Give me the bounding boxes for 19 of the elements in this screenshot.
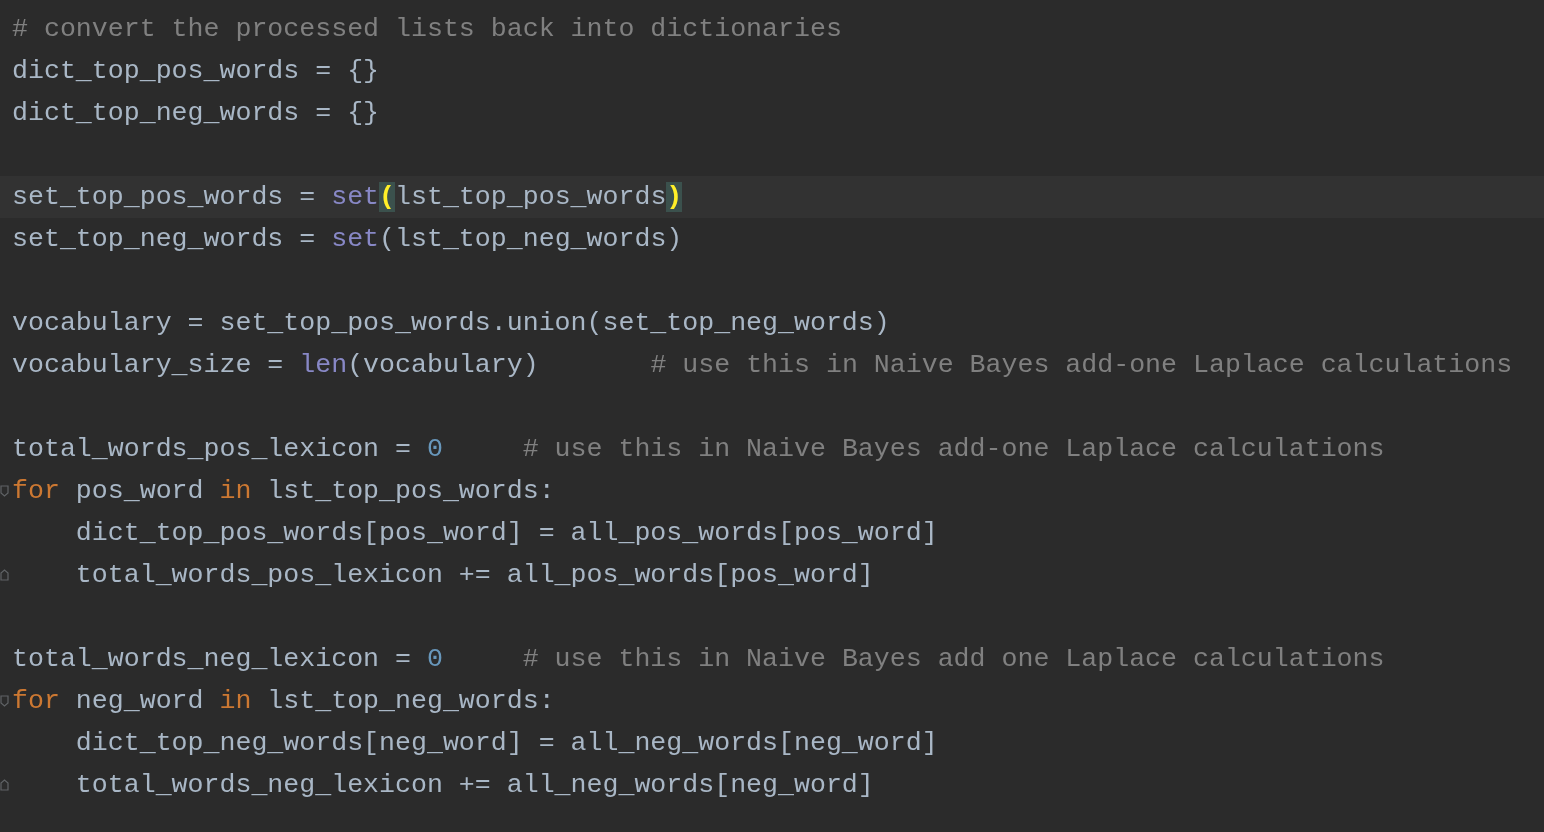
code-line: set_top_neg_words = set(lst_top_neg_words)	[12, 223, 683, 256]
fold-icon[interactable]	[0, 693, 9, 709]
code-line: vocabulary_size = len(vocabulary) # use this in Naive Bayes add-one Laplace calculations	[12, 349, 1513, 382]
code-line: total_words_neg_lexicon = 0 # use this in Naive Bayes add one Laplace calculations	[12, 643, 1385, 676]
code-line: for neg_word in lst_top_neg_words:	[12, 685, 555, 718]
code-line: for pos_word in lst_top_pos_words:	[12, 475, 555, 508]
code-line: set_top_pos_words = set(lst_top_pos_words)	[12, 181, 683, 214]
code-line: dict_top_neg_words[neg_word] = all_neg_words[neg_word]	[74, 727, 938, 760]
fold-icon[interactable]	[0, 567, 9, 583]
code-line: vocabulary = set_top_pos_words.union(set_top_neg_words)	[12, 307, 890, 340]
code-line: dict_top_neg_words = {}	[12, 97, 380, 130]
fold-icon[interactable]	[0, 483, 9, 499]
code-line: dict_top_pos_words = {}	[12, 55, 380, 88]
code-line: total_words_pos_lexicon = 0 # use this in Naive Bayes add-one Laplace calculations	[12, 433, 1385, 466]
code-line: # convert the processed lists back into dictionaries	[12, 13, 842, 46]
code-line: total_words_pos_lexicon += all_pos_words[pos_word]	[74, 559, 874, 592]
code-line: dict_top_pos_words[pos_word] = all_pos_words[pos_word]	[74, 517, 938, 550]
fold-icon[interactable]	[0, 777, 9, 793]
code-line: total_words_neg_lexicon += all_neg_words[neg_word]	[74, 769, 874, 802]
